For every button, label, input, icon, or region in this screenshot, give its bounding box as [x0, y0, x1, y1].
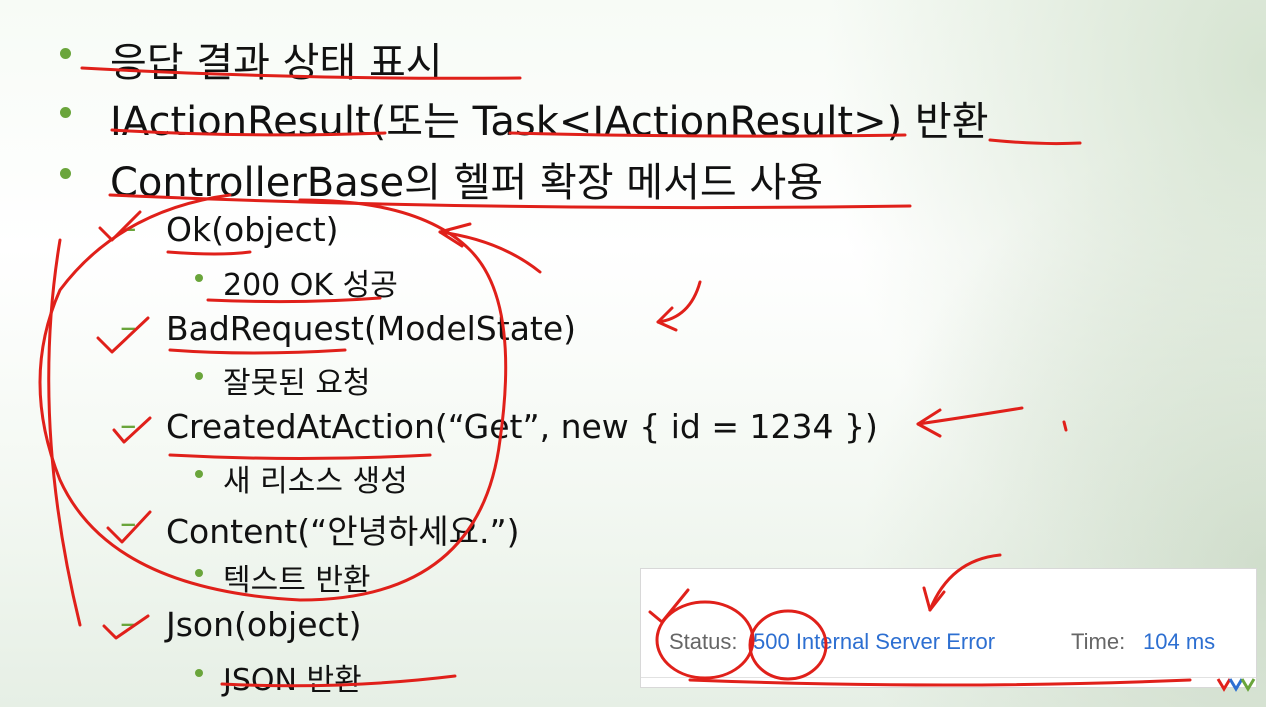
status-label: Status:: [669, 629, 738, 654]
bullet-dot-icon: [195, 274, 203, 282]
bullet-dot-icon: [195, 372, 203, 380]
sub-item-desc-text: 200 OK 성공: [223, 268, 398, 303]
dash-icon: –: [120, 405, 137, 444]
sub-item-desc-text: 텍스트 반환: [223, 563, 371, 598]
sub-item-label: BadRequest(ModelState): [166, 309, 577, 348]
dash-icon: –: [120, 208, 137, 247]
bullet-dot-icon: [60, 107, 71, 118]
brand-logo-icon: [1216, 678, 1256, 692]
dash-icon: –: [120, 603, 137, 642]
bullet-text: IActionResult(또는 Task<IActionResult>) 반환: [110, 99, 989, 145]
response-status-panel: Status: 500 Internal Server Error Time: …: [640, 568, 1257, 688]
sub-item-desc-text: 잘못된 요청: [223, 366, 371, 401]
time-value[interactable]: 104 ms: [1143, 629, 1215, 655]
bullet-text: ControllerBase의 헬퍼 확장 메서드 사용: [110, 160, 824, 206]
sub-item-label: Json(object): [166, 605, 362, 644]
sub-item-label: Ok(object): [166, 210, 339, 249]
sub-item-label: Content(“안녕하세요.”): [166, 512, 520, 551]
bullet-dot-icon: [60, 48, 71, 59]
sub-item-desc-text: JSON 반환: [223, 663, 362, 698]
time-label: Time:: [1071, 629, 1126, 654]
dash-icon: –: [120, 307, 137, 346]
dash-icon: –: [120, 503, 137, 542]
bullet-dot-icon: [195, 569, 203, 577]
bullet-dot-icon: [195, 669, 203, 677]
sub-item-label: CreatedAtAction(“Get”, new { id = 1234 }…: [166, 407, 878, 446]
panel-divider: [641, 677, 1256, 678]
bullet-dot-icon: [60, 168, 71, 179]
bullet-dot-icon: [195, 470, 203, 478]
sub-item-desc-text: 새 리소스 생성: [223, 464, 408, 499]
status-value[interactable]: 500 Internal Server Error: [753, 629, 995, 655]
bullet-text: 응답 결과 상태 표시: [110, 40, 443, 86]
